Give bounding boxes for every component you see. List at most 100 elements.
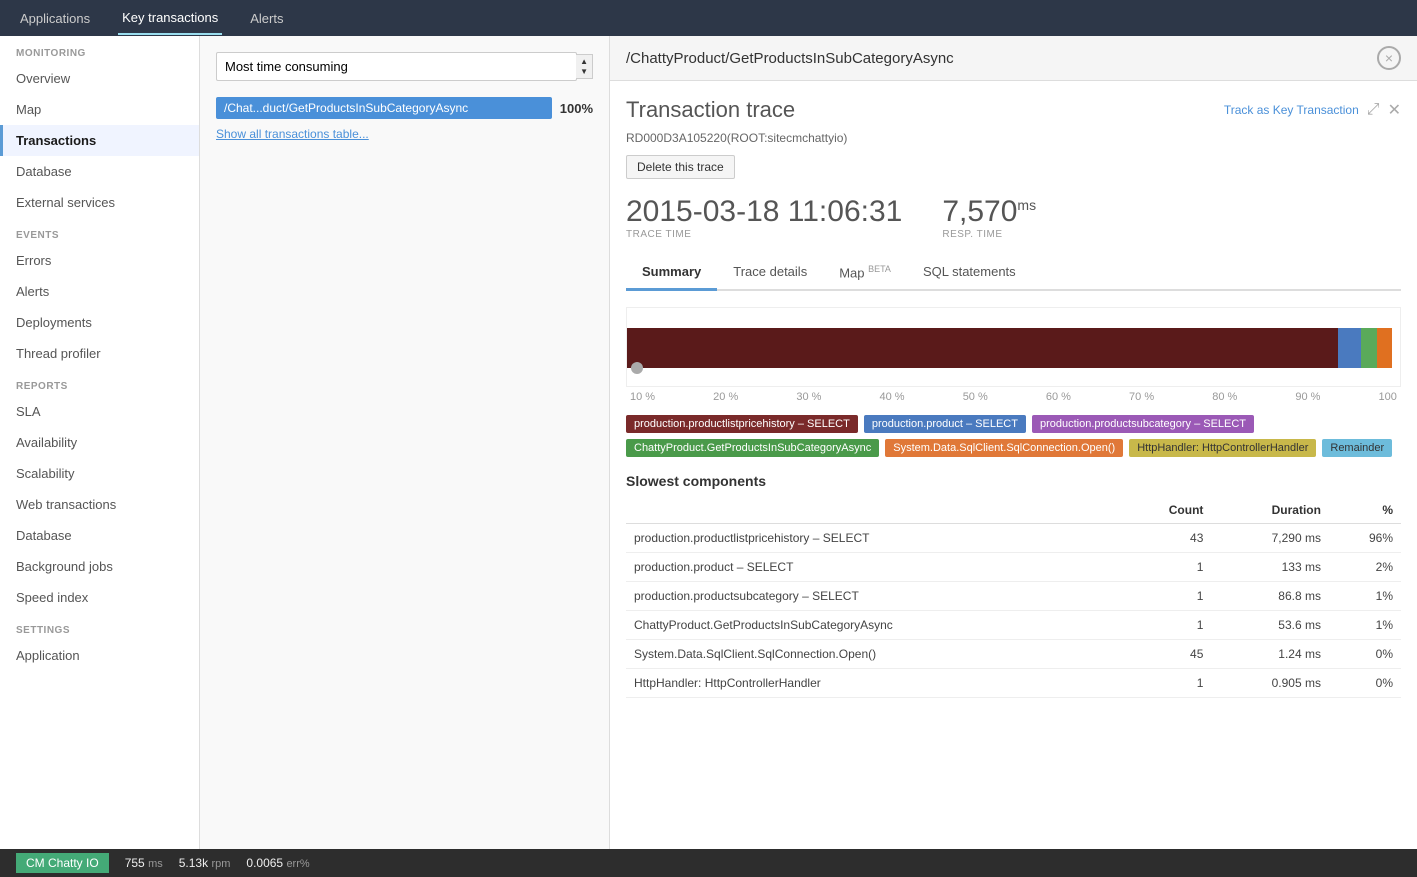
sidebar-item-alerts[interactable]: Alerts — [0, 276, 199, 307]
tx-bar-label[interactable]: /Chat...duct/GetProductsInSubCategoryAsy… — [216, 97, 552, 119]
row-duration: 1.24 ms — [1211, 640, 1329, 669]
chart-bar-orange — [1377, 328, 1392, 368]
row-name: production.product – SELECT — [626, 553, 1120, 582]
legend-item-1: production.product – SELECT — [864, 415, 1026, 433]
monitoring-section-label: MONITORING — [0, 36, 199, 63]
sidebar-item-speed-index[interactable]: Speed index — [0, 582, 199, 613]
legend-item-4: System.Data.SqlClient.SqlConnection.Open… — [885, 439, 1123, 457]
trace-time-label: TRACE TIME — [626, 229, 902, 240]
nav-applications[interactable]: Applications — [16, 3, 94, 34]
trace-actions: Track as Key Transaction ⤢ ✕ — [1224, 100, 1401, 120]
trace-title-row: Transaction trace Track as Key Transacti… — [626, 97, 1401, 123]
col-duration: Duration — [1211, 497, 1329, 524]
table-row: production.productsubcategory – SELECT 1… — [626, 582, 1401, 611]
row-pct: 1% — [1329, 582, 1401, 611]
row-pct: 2% — [1329, 553, 1401, 582]
filter-bar: Most time consuming ▲ ▼ — [216, 52, 593, 81]
tab-sql-statements[interactable]: SQL statements — [907, 256, 1032, 291]
chart-bar-blue — [1338, 328, 1361, 368]
row-name: ChattyProduct.GetProductsInSubCategoryAs… — [626, 611, 1120, 640]
row-count: 1 — [1120, 582, 1211, 611]
chart-bar-dark — [627, 328, 1338, 368]
sidebar: MONITORING Overview Map Transactions Dat… — [0, 36, 200, 877]
row-count: 1 — [1120, 611, 1211, 640]
sidebar-item-web-transactions[interactable]: Web transactions — [0, 489, 199, 520]
sidebar-item-application[interactable]: Application — [0, 640, 199, 671]
row-duration: 133 ms — [1211, 553, 1329, 582]
row-name: System.Data.SqlClient.SqlConnection.Open… — [626, 640, 1120, 669]
sidebar-item-map[interactable]: Map — [0, 94, 199, 125]
table-row: ChattyProduct.GetProductsInSubCategoryAs… — [626, 611, 1401, 640]
chart-grid — [626, 307, 1401, 387]
track-key-transaction-button[interactable]: Track as Key Transaction — [1224, 103, 1359, 117]
row-count: 45 — [1120, 640, 1211, 669]
delete-trace-button[interactable]: Delete this trace — [626, 155, 735, 179]
top-nav: Applications Key transactions Alerts — [0, 0, 1417, 36]
trace-header-title: /ChattyProduct/GetProductsInSubCategoryA… — [626, 50, 954, 67]
legend-item-6: Remainder — [1322, 439, 1392, 457]
trace-header-close-button[interactable]: × — [1377, 46, 1401, 70]
sidebar-item-external-services[interactable]: External services — [0, 187, 199, 218]
trace-header-bar: /ChattyProduct/GetProductsInSubCategoryA… — [610, 36, 1417, 81]
legend-item-2: production.productsubcategory – SELECT — [1032, 415, 1254, 433]
reports-section-label: REPORTS — [0, 369, 199, 396]
sidebar-item-sla[interactable]: SLA — [0, 396, 199, 427]
filter-arrows[interactable]: ▲ ▼ — [576, 54, 593, 79]
row-duration: 7,290 ms — [1211, 524, 1329, 553]
nav-key-transactions[interactable]: Key transactions — [118, 2, 222, 35]
sidebar-item-errors[interactable]: Errors — [0, 245, 199, 276]
status-metric-1: 755 ms — [125, 856, 163, 870]
tab-map[interactable]: Map BETA — [823, 256, 907, 291]
sidebar-item-availability[interactable]: Availability — [0, 427, 199, 458]
trace-time-value: 2015-03-18 11:06:31 — [626, 195, 902, 229]
legend: production.productlistpricehistory – SEL… — [626, 415, 1401, 457]
trace-expand-button[interactable]: ⤢ — [1367, 101, 1380, 119]
legend-item-0: production.productlistpricehistory – SEL… — [626, 415, 858, 433]
filter-select[interactable]: Most time consuming — [216, 52, 577, 81]
status-app-name: CM Chatty IO — [16, 853, 109, 873]
tx-bar-row: /Chat...duct/GetProductsInSubCategoryAsy… — [216, 97, 593, 119]
resp-time-metric: 7,570ms RESP. TIME — [942, 195, 1036, 240]
legend-item-3: ChattyProduct.GetProductsInSubCategoryAs… — [626, 439, 879, 457]
sidebar-item-thread-profiler[interactable]: Thread profiler — [0, 338, 199, 369]
events-section-label: EVENTS — [0, 218, 199, 245]
nav-alerts[interactable]: Alerts — [246, 3, 287, 34]
col-name — [626, 497, 1120, 524]
show-all-transactions-link[interactable]: Show all transactions table... — [216, 127, 593, 141]
sidebar-item-deployments[interactable]: Deployments — [0, 307, 199, 338]
row-name: HttpHandler: HttpControllerHandler — [626, 669, 1120, 698]
col-count: Count — [1120, 497, 1211, 524]
tx-bar-pct: 100% — [560, 101, 593, 116]
sidebar-item-transactions[interactable]: Transactions — [0, 125, 199, 156]
col-pct: % — [1329, 497, 1401, 524]
settings-section-label: SETTINGS — [0, 613, 199, 640]
trace-close-button[interactable]: ✕ — [1388, 100, 1401, 120]
chart-area: 10 % 20 % 30 % 40 % 50 % 60 % 70 % 80 % … — [626, 307, 1401, 403]
sidebar-item-scalability[interactable]: Scalability — [0, 458, 199, 489]
row-duration: 86.8 ms — [1211, 582, 1329, 611]
row-count: 1 — [1120, 669, 1211, 698]
row-pct: 0% — [1329, 640, 1401, 669]
resp-time-label: RESP. TIME — [942, 229, 1036, 240]
table-row: production.product – SELECT 1 133 ms 2% — [626, 553, 1401, 582]
sidebar-item-database[interactable]: Database — [0, 156, 199, 187]
row-name: production.productlistpricehistory – SEL… — [626, 524, 1120, 553]
chart-labels: 10 % 20 % 30 % 40 % 50 % 60 % 70 % 80 % … — [626, 391, 1401, 403]
trace-title: Transaction trace — [626, 97, 795, 123]
table-row: HttpHandler: HttpControllerHandler 1 0.9… — [626, 669, 1401, 698]
tx-list-panel: Most time consuming ▲ ▼ /Chat...duct/Get… — [200, 36, 610, 877]
status-metric-2: 5.13k rpm — [179, 856, 231, 870]
tab-trace-details[interactable]: Trace details — [717, 256, 823, 291]
row-count: 1 — [1120, 553, 1211, 582]
chart-dot — [631, 362, 643, 374]
sidebar-item-overview[interactable]: Overview — [0, 63, 199, 94]
slowest-components-section: Slowest components Count Duration % prod… — [626, 473, 1401, 698]
row-pct: 1% — [1329, 611, 1401, 640]
slowest-components-title: Slowest components — [626, 473, 1401, 489]
row-duration: 53.6 ms — [1211, 611, 1329, 640]
tab-summary[interactable]: Summary — [626, 256, 717, 291]
sidebar-item-background-jobs[interactable]: Background jobs — [0, 551, 199, 582]
trace-metrics: 2015-03-18 11:06:31 TRACE TIME 7,570ms R… — [626, 195, 1401, 240]
row-pct: 96% — [1329, 524, 1401, 553]
sidebar-item-database-reports[interactable]: Database — [0, 520, 199, 551]
